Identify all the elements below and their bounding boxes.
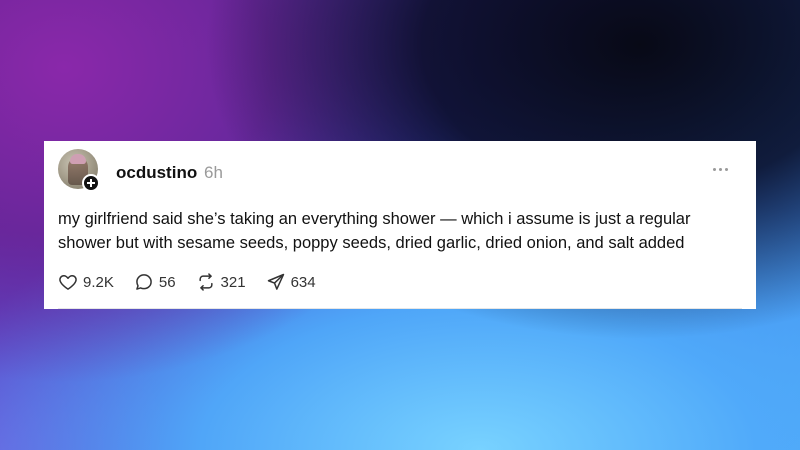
post-actions: 9.2K 56 321 634 [58, 271, 336, 293]
post-divider [58, 308, 742, 309]
post-card: ocdustino 6h my girlfriend said she’s ta… [44, 141, 756, 309]
share-count: 634 [290, 273, 316, 291]
avatar-hair [70, 154, 86, 164]
share-button[interactable]: 634 [266, 272, 316, 292]
like-button[interactable]: 9.2K [58, 272, 114, 292]
more-dot [712, 167, 716, 171]
comment-icon [136, 274, 152, 290]
post-body-text: my girlfriend said she’s taking an every… [58, 210, 691, 252]
avatar-group[interactable] [58, 149, 100, 192]
reply-count: 56 [158, 273, 176, 291]
more-options-icon[interactable] [708, 159, 732, 179]
more-dot [724, 167, 728, 171]
follow-plus-icon[interactable] [82, 174, 100, 192]
more-dot [718, 167, 722, 171]
repost-button[interactable]: 321 [196, 272, 246, 292]
like-count: 9.2K [83, 273, 114, 291]
post-username[interactable]: ocdustino [116, 163, 197, 183]
repost-icon [198, 273, 213, 291]
reply-button[interactable]: 56 [134, 272, 176, 292]
repost-count: 321 [220, 273, 246, 291]
post-time: 6h [204, 163, 223, 182]
heart-icon [59, 275, 77, 290]
send-icon [267, 273, 284, 290]
